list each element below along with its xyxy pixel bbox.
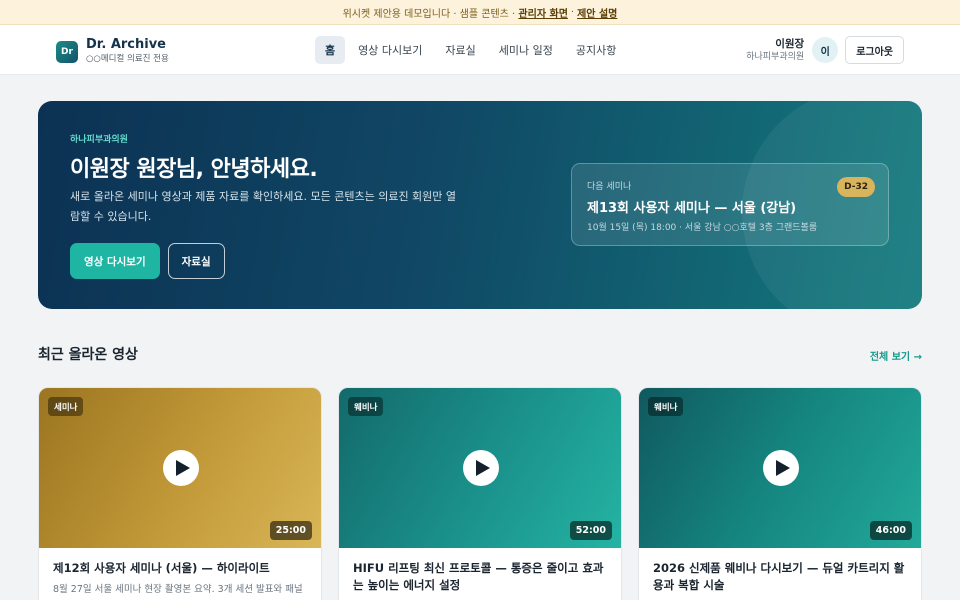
avatar[interactable]: 이: [812, 37, 839, 63]
see-all-link[interactable]: 전체 보기 →: [870, 348, 922, 363]
demo-banner: 위시켓 제안용 데모입니다 · 샘플 콘텐츠 · 관리자 화면 · 제안 설명: [0, 0, 960, 25]
video-title: 제12회 사용자 세미나 (서울) — 하이라이트: [53, 561, 270, 575]
user-area: 이원장 하나피부과의원 이 로그아웃: [746, 36, 904, 64]
play-icon[interactable]: [463, 450, 499, 486]
admin-link[interactable]: 관리자 화면: [518, 5, 567, 20]
main-nav: 홈 영상 다시보기 자료실 세미나 일정 공지사항: [315, 36, 629, 64]
video-list: 세미나 25:00 제12회 사용자 세미나 (서울) — 하이라이트 8월 2…: [38, 387, 922, 600]
brand-name: Dr. Archive: [86, 37, 166, 52]
proposal-link[interactable]: 제안 설명: [577, 5, 617, 20]
brand-subtitle: ○○메디컬 의료진 전용: [86, 54, 169, 64]
category-badge: 웨비나: [348, 397, 384, 416]
category-badge: 웨비나: [648, 397, 684, 416]
video-card-body: 제12회 사용자 세미나 (서울) — 하이라이트 8월 27일 서울 세미나 …: [39, 548, 321, 600]
hero-banner: 하나피부과의원 이원장 원장님, 안녕하세요. 새로 올라온 세미나 영상과 제…: [38, 101, 922, 309]
nav-notices[interactable]: 공지사항: [566, 36, 626, 64]
video-thumbnail[interactable]: 웨비나 46:00: [639, 388, 921, 548]
duration-badge: 46:00: [869, 521, 912, 540]
video-thumbnail[interactable]: 세미나 25:00: [39, 388, 321, 548]
hero-actions: 영상 다시보기 자료실: [70, 243, 225, 279]
duration-badge: 25:00: [269, 521, 312, 540]
video-description: 8월 27일 서울 세미나 현장 촬영본 요약. 3개 세션 발표와 패널: [53, 584, 303, 595]
brand-text: Dr. Archive ○○메디컬 의료진 전용: [86, 38, 169, 65]
nav-home[interactable]: 홈: [315, 36, 346, 64]
play-icon[interactable]: [163, 450, 199, 486]
video-card[interactable]: 웨비나 52:00 HIFU 리프팅 최신 프로토콜 — 통증은 줄이고 효과는…: [338, 387, 622, 600]
brand[interactable]: Dr Dr. Archive ○○메디컬 의료진 전용: [56, 38, 169, 65]
logo-icon: Dr: [56, 40, 78, 63]
video-card-body: HIFU 리프팅 최신 프로토콜 — 통증은 줄이고 효과는 높이는 에너지 설…: [339, 548, 621, 600]
video-card[interactable]: 세미나 25:00 제12회 사용자 세미나 (서울) — 하이라이트 8월 2…: [38, 387, 322, 600]
section-title: 최근 올라온 영상: [38, 347, 138, 363]
banner-text: 위시켓 제안용 데모입니다 · 샘플 콘텐츠 ·: [342, 8, 516, 20]
logout-button[interactable]: 로그아웃: [845, 36, 904, 64]
next-seminar-card[interactable]: 다음 세미나 제13회 사용자 세미나 — 서울 (강남) 10월 15일 (목…: [571, 163, 889, 246]
hero-greeting: 이원장 원장님, 안녕하세요.: [70, 157, 318, 182]
video-thumbnail[interactable]: 웨비나 52:00: [339, 388, 621, 548]
video-replay-button[interactable]: 영상 다시보기: [70, 243, 160, 279]
duration-badge: 52:00: [569, 521, 612, 540]
play-icon[interactable]: [763, 450, 799, 486]
video-title: HIFU 리프팅 최신 프로토콜 — 통증은 줄이고 효과는 높이는 에너지 설…: [353, 561, 604, 592]
dday-badge: D-32: [837, 177, 875, 197]
user-info: 이원장 하나피부과의원: [746, 38, 804, 63]
library-button[interactable]: 자료실: [167, 243, 225, 279]
top-header: Dr Dr. Archive ○○메디컬 의료진 전용 홈 영상 다시보기 자료…: [0, 25, 960, 75]
video-title: 2026 신제품 웨비나 다시보기 — 듀얼 카트리지 활용과 복합 시술: [653, 561, 905, 592]
video-card[interactable]: 웨비나 46:00 2026 신제품 웨비나 다시보기 — 듀얼 카트리지 활용…: [638, 387, 922, 600]
nav-video-replay[interactable]: 영상 다시보기: [348, 36, 432, 64]
nav-seminar-schedule[interactable]: 세미나 일정: [489, 36, 563, 64]
user-clinic: 하나피부과의원: [746, 51, 805, 62]
hero-clinic-name: 하나피부과의원: [70, 135, 128, 145]
banner-separator: ·: [570, 6, 575, 18]
nav-library[interactable]: 자료실: [435, 36, 485, 64]
hero-description: 새로 올라온 세미나 영상과 제품 자료를 확인하세요. 모든 콘텐츠는 의료진…: [70, 190, 457, 223]
user-name: 이원장: [775, 37, 805, 50]
next-seminar-title: 제13회 사용자 세미나 — 서울 (강남): [587, 201, 797, 216]
category-badge: 세미나: [48, 397, 84, 416]
video-card-body: 2026 신제품 웨비나 다시보기 — 듀얼 카트리지 활용과 복합 시술: [639, 548, 921, 600]
next-seminar-info: 10월 15일 (목) 18:00 · 서울 강남 ○○호텔 3층 그랜드볼룸: [587, 223, 818, 233]
next-seminar-label: 다음 세미나: [587, 182, 632, 192]
